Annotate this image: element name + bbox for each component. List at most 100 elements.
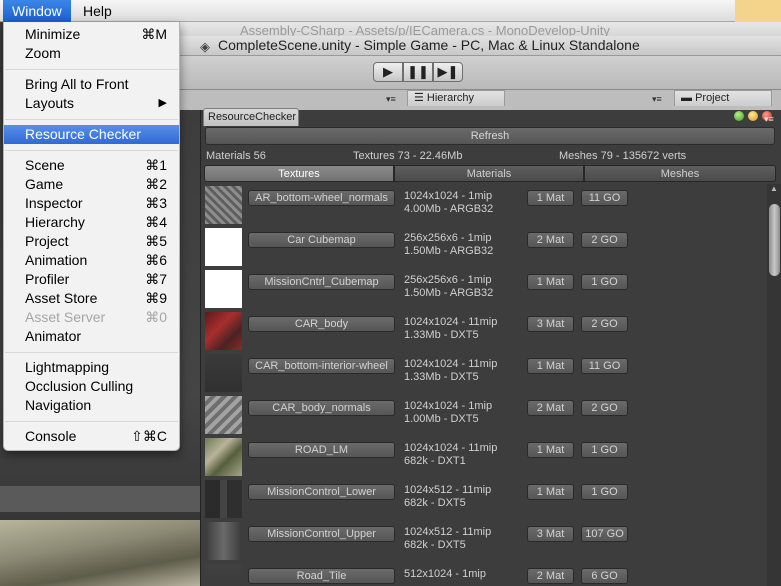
texture-name-button[interactable]: ROAD_LM: [248, 442, 395, 458]
menu-item-inspector[interactable]: Inspector ⌘3: [4, 194, 179, 213]
menubar-window[interactable]: Window: [3, 0, 71, 22]
tab-textures[interactable]: Textures: [204, 165, 394, 182]
menu-item-animation[interactable]: Animation ⌘6: [4, 251, 179, 270]
menubar-extra: [735, 0, 781, 22]
menu-separator: [5, 69, 178, 70]
menu-item-zoom[interactable]: Zoom: [4, 44, 179, 63]
tab-hierarchy[interactable]: ☰ Hierarchy: [407, 90, 505, 106]
menu-item-project[interactable]: Project ⌘5: [4, 232, 179, 251]
gameobject-count-button[interactable]: 2 GO: [581, 316, 628, 332]
menubar-help[interactable]: Help: [74, 0, 121, 22]
menu-item-scene[interactable]: Scene ⌘1: [4, 156, 179, 175]
tab-project[interactable]: ▬ Project: [674, 90, 772, 106]
menu-item-label: Console: [25, 428, 77, 444]
material-count-button[interactable]: 1 Mat: [527, 274, 574, 290]
material-count-button[interactable]: 1 Mat: [527, 358, 574, 374]
menu-item-minimize[interactable]: Minimize ⌘M: [4, 25, 179, 44]
texture-name-button[interactable]: CAR_bottom-interior-wheel: [248, 358, 395, 374]
texture-info: 1024x1024 - 11mip 682k - DXT1: [404, 442, 497, 468]
texture-name-button[interactable]: CAR_body_normals: [248, 400, 395, 416]
texture-name-button[interactable]: MissionCntrl_Cubemap: [248, 274, 395, 290]
texture-dimensions: 256x256x6 - 1mip: [404, 274, 492, 286]
tab-materials[interactable]: Materials: [394, 165, 584, 182]
refresh-button[interactable]: Refresh: [205, 127, 775, 145]
menu-item-asset-store[interactable]: Asset Store ⌘9: [4, 289, 179, 308]
menu-item-label: Inspector: [25, 195, 83, 211]
menu-item-console[interactable]: Console ⇧⌘C: [4, 427, 179, 446]
texture-size: 4.00Mb - ARGB32: [404, 203, 494, 215]
menu-item-shortcut: ⇧⌘C: [131, 428, 167, 444]
menu-item-navigation[interactable]: Navigation: [4, 396, 179, 415]
menu-item-lightmapping[interactable]: Lightmapping: [4, 358, 179, 377]
step-button[interactable]: ▶❚: [433, 62, 463, 82]
menu-separator: [5, 119, 178, 120]
material-count-button[interactable]: 1 Mat: [527, 484, 574, 500]
texture-dimensions: 1024x512 - 11mip: [404, 484, 492, 496]
texture-name-button[interactable]: AR_bottom-wheel_normals: [248, 190, 395, 206]
material-count-button[interactable]: 1 Mat: [527, 190, 574, 206]
unity-window-title: CompleteScene.unity - Simple Game - PC, …: [218, 37, 640, 53]
texture-dimensions: 512x1024 - 1mip: [404, 568, 486, 580]
texture-name-button[interactable]: Car Cubemap: [248, 232, 395, 248]
texture-dimensions: 1024x1024 - 11mip: [404, 316, 498, 328]
menu-item-hierarchy[interactable]: Hierarchy ⌘4: [4, 213, 179, 232]
gameobject-count-button[interactable]: 11 GO: [581, 358, 628, 374]
gameobject-count-button[interactable]: 6 GO: [581, 568, 628, 584]
material-count-button[interactable]: 3 Mat: [527, 316, 574, 332]
menu-item-profiler[interactable]: Profiler ⌘7: [4, 270, 179, 289]
texture-dimensions: 256x256x6 - 1mip: [404, 232, 492, 244]
menu-item-label: Hierarchy: [25, 214, 85, 230]
menu-item-occlusion-culling[interactable]: Occlusion Culling: [4, 377, 179, 396]
menu-item-layouts[interactable]: Layouts ▶: [4, 94, 179, 113]
material-count-button[interactable]: 1 Mat: [527, 442, 574, 458]
scrollbar-thumb[interactable]: [769, 204, 780, 276]
gameobject-count-button[interactable]: 1 GO: [581, 442, 628, 458]
tab-meshes[interactable]: Meshes: [584, 165, 776, 182]
gameobject-count-button[interactable]: 2 GO: [581, 232, 628, 248]
menu-item-game[interactable]: Game ⌘2: [4, 175, 179, 194]
texture-size: 682k - DXT1: [404, 455, 466, 467]
menu-item-shortcut: ⌘M: [141, 26, 167, 42]
minimize-window-icon[interactable]: [748, 111, 758, 121]
texture-name-button[interactable]: Road_Tile: [248, 568, 395, 584]
unity-icon: ◈: [200, 39, 210, 54]
menu-item-animator[interactable]: Animator: [4, 327, 179, 346]
texture-name-button[interactable]: CAR_body: [248, 316, 395, 332]
material-count-button[interactable]: 2 Mat: [527, 400, 574, 416]
pane-menu-icon[interactable]: ▾≡: [652, 94, 662, 105]
texture-thumbnail: [205, 270, 242, 308]
gameobject-count-button[interactable]: 107 GO: [581, 526, 628, 542]
list-item: MissionCntrl_Cubemap 256x256x6 - 1mip 1.5…: [201, 268, 767, 310]
texture-name-button[interactable]: MissionControl_Upper: [248, 526, 395, 542]
pane-menu-icon[interactable]: ▾≡: [386, 94, 396, 105]
menu-item-bring-all-to-front[interactable]: Bring All to Front: [4, 75, 179, 94]
texture-info: 1024x1024 - 11mip 1.33Mb - DXT5: [404, 358, 497, 384]
play-button[interactable]: ▶: [373, 62, 403, 82]
material-count-button[interactable]: 3 Mat: [527, 526, 574, 542]
list-item: ROAD_LM 1024x1024 - 11mip 682k - DXT1 1 M…: [201, 436, 767, 478]
scroll-up-icon[interactable]: ▲: [770, 184, 778, 193]
list-item: Car Cubemap 256x256x6 - 1mip 1.50Mb - ARG…: [201, 226, 767, 268]
mac-menubar: Window Help: [0, 0, 781, 22]
gameobject-count-button[interactable]: 1 GO: [581, 484, 628, 500]
pane-menu-icon[interactable]: ▾≡: [764, 114, 774, 125]
menu-item-label: Profiler: [25, 271, 70, 287]
texture-dimensions: 1024x1024 - 11mip: [404, 442, 498, 454]
pause-button[interactable]: ❚❚: [403, 62, 433, 82]
texture-name-button[interactable]: MissionControl_Lower: [248, 484, 395, 500]
texture-size: 1.33Mb - DXT5: [404, 329, 479, 341]
vertical-scrollbar[interactable]: ▲: [767, 184, 781, 586]
menu-item-label: Scene: [25, 157, 65, 173]
gameobject-count-button[interactable]: 1 GO: [581, 274, 628, 290]
material-count-button[interactable]: 2 Mat: [527, 232, 574, 248]
material-count-button[interactable]: 2 Mat: [527, 568, 574, 584]
resource-checker-tab[interactable]: ResourceChecker: [203, 108, 299, 126]
menu-item-label: Minimize: [25, 26, 81, 42]
category-toggle: Textures Materials Meshes: [204, 165, 776, 182]
menu-item-resource-checker[interactable]: Resource Checker: [4, 125, 179, 144]
gameobject-count-button[interactable]: 11 GO: [581, 190, 628, 206]
gameobject-count-button[interactable]: 2 GO: [581, 400, 628, 416]
menu-item-label: Game: [25, 176, 64, 192]
menu-item-label: Occlusion Culling: [25, 378, 134, 394]
zoom-window-icon[interactable]: [734, 111, 744, 121]
